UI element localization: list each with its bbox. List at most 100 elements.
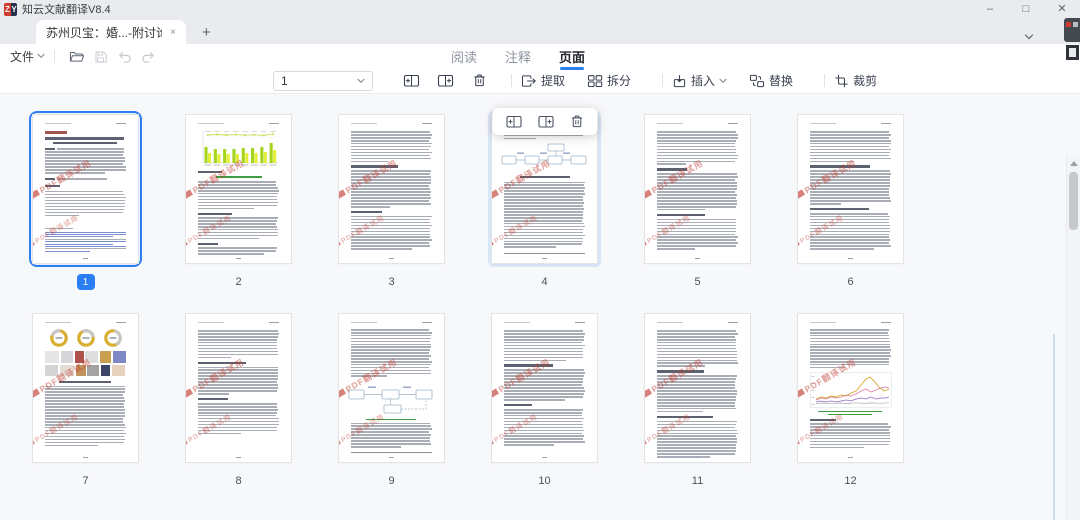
page-preview: PDF翻译试用PDF翻译试用 bbox=[798, 115, 903, 263]
redo-button[interactable] bbox=[136, 50, 160, 63]
panel-edge-line bbox=[1053, 334, 1055, 520]
page-thumbnail-5[interactable]: PDF翻译试用PDF翻译试用 5 bbox=[621, 111, 774, 290]
page-hover-toolbar bbox=[492, 108, 597, 135]
delete-page-icon bbox=[569, 114, 584, 129]
floating-widget-bottom[interactable] bbox=[1066, 45, 1079, 60]
page-thumbnail-10[interactable]: PDF翻译试用PDF翻译试用 10 bbox=[468, 310, 621, 489]
insert-page-after-button[interactable] bbox=[537, 114, 554, 129]
replace-button[interactable]: 替换 bbox=[749, 72, 793, 89]
page-thumbnail-7[interactable]: PDF翻译试用PDF翻译试用 7 bbox=[9, 310, 162, 489]
page-preview: PDF翻译试用PDF翻译试用 bbox=[186, 314, 291, 462]
save-button[interactable] bbox=[88, 50, 112, 63]
delete-page-icon bbox=[472, 73, 487, 88]
page-thumbnail-9[interactable]: PDF翻译试用PDF翻译试用 9 bbox=[315, 310, 468, 489]
extract-button[interactable]: 提取 bbox=[521, 72, 565, 89]
page-thumbnail-6[interactable]: PDF翻译试用PDF翻译试用 6 bbox=[774, 111, 927, 290]
app-title: 知云文献翻译V8.4 bbox=[22, 1, 111, 17]
chevron-down-icon bbox=[357, 78, 365, 84]
insert-page-before-button[interactable] bbox=[505, 114, 522, 129]
crop-button[interactable]: 裁剪 bbox=[834, 72, 877, 89]
page-preview: PDF翻译试用PDF翻译试用 bbox=[33, 314, 138, 462]
undo-icon bbox=[117, 50, 132, 63]
page-number-label: 5 bbox=[689, 274, 707, 290]
insert-page-before-button[interactable] bbox=[403, 73, 420, 88]
redo-icon bbox=[141, 50, 156, 63]
scrollbar-thumb[interactable] bbox=[1069, 172, 1078, 230]
main-toolbar: 文件 阅读 注释 页面 bbox=[0, 44, 1080, 68]
document-tab-title: 苏州贝宝：婚...-附讨论题目 bbox=[46, 24, 162, 41]
insert-page-after-icon bbox=[437, 73, 454, 88]
minimize-button[interactable]: – bbox=[972, 0, 1008, 18]
tab-close-icon[interactable]: × bbox=[170, 27, 176, 38]
page-number-label: 9 bbox=[383, 473, 401, 489]
crop-icon bbox=[834, 74, 849, 88]
page-thumbnail-3[interactable]: PDF翻译试用PDF翻译试用 3 bbox=[315, 111, 468, 290]
page-tools-toolbar: 1 提取 拆分 插入 替换 裁剪 bbox=[0, 68, 1080, 94]
content-scrollbar[interactable] bbox=[1066, 156, 1080, 520]
insert-menu-button[interactable]: 插入 bbox=[672, 72, 727, 89]
page-number-label: 8 bbox=[230, 473, 248, 489]
tab-list-chevron-icon[interactable] bbox=[1024, 33, 1034, 41]
folder-open-icon bbox=[69, 50, 84, 63]
page-number-label: 2 bbox=[230, 274, 248, 290]
chevron-down-icon bbox=[37, 53, 45, 59]
page-number-label: 11 bbox=[689, 473, 707, 489]
page-selector-dropdown[interactable]: 1 bbox=[273, 71, 373, 91]
tab-annotate[interactable]: 注释 bbox=[505, 47, 531, 66]
page-preview: PDF翻译试用PDF翻译试用 bbox=[33, 115, 138, 263]
split-icon bbox=[587, 74, 603, 88]
page-thumbnail-4[interactable]: PDF翻译试用PDF翻译试用 4 bbox=[468, 111, 621, 290]
undo-button[interactable] bbox=[112, 50, 136, 63]
page-preview: PDF翻译试用PDF翻译试用 bbox=[339, 314, 444, 462]
page-number-label: 3 bbox=[383, 274, 401, 290]
window-titlebar: ZY 知云文献翻译V8.4 – □ ✕ bbox=[0, 0, 1080, 18]
extract-icon bbox=[521, 74, 537, 88]
chevron-down-icon bbox=[719, 78, 727, 84]
page-thumbnail-2[interactable]: PDF翻译试用PDF翻译试用 2 bbox=[162, 111, 315, 290]
split-button[interactable]: 拆分 bbox=[587, 72, 631, 89]
page-preview: PDF翻译试用PDF翻译试用 bbox=[798, 314, 903, 462]
maximize-button[interactable]: □ bbox=[1008, 0, 1044, 18]
insert-icon bbox=[672, 74, 687, 88]
new-tab-button[interactable]: + bbox=[202, 20, 211, 44]
toolbar-separator bbox=[511, 74, 512, 87]
file-menu-button[interactable]: 文件 bbox=[10, 48, 45, 65]
document-tab[interactable]: 苏州贝宝：婚...-附讨论题目 × bbox=[36, 20, 186, 44]
scroll-up-icon[interactable] bbox=[1070, 161, 1078, 166]
page-preview: PDF翻译试用PDF翻译试用 bbox=[339, 115, 444, 263]
tab-read[interactable]: 阅读 bbox=[451, 47, 477, 66]
save-icon bbox=[94, 50, 107, 63]
toolbar-separator bbox=[54, 50, 55, 63]
page-preview: PDF翻译试用PDF翻译试用 bbox=[492, 115, 597, 263]
floating-widget-top[interactable] bbox=[1064, 18, 1080, 42]
open-file-button[interactable] bbox=[64, 50, 88, 63]
page-number-label: 10 bbox=[536, 473, 554, 489]
app-logo-icon: ZY bbox=[4, 3, 17, 16]
close-button[interactable]: ✕ bbox=[1044, 0, 1080, 18]
page-preview: PDF翻译试用PDF翻译试用 bbox=[645, 115, 750, 263]
insert-page-after-button[interactable] bbox=[437, 73, 454, 88]
toolbar-separator bbox=[824, 74, 825, 87]
page-number-label: 1 bbox=[77, 274, 95, 290]
delete-page-button[interactable] bbox=[471, 73, 488, 88]
thumbnail-panel: PDF翻译试用PDF翻译试用1PDF翻译试用PDF翻译试用2PDF翻译试用PDF… bbox=[0, 94, 1080, 520]
page-thumbnail-8[interactable]: PDF翻译试用PDF翻译试用 8 bbox=[162, 310, 315, 489]
insert-page-before-icon bbox=[505, 114, 522, 129]
document-tabbar: 苏州贝宝：婚...-附讨论题目 × + bbox=[0, 18, 1080, 44]
toolbar-separator bbox=[662, 74, 663, 87]
tab-pages[interactable]: 页面 bbox=[559, 47, 585, 66]
page-thumbnail-11[interactable]: PDF翻译试用PDF翻译试用 11 bbox=[621, 310, 774, 489]
page-preview: PDF翻译试用PDF翻译试用 bbox=[492, 314, 597, 462]
page-number-label: 7 bbox=[77, 473, 95, 489]
page-number-label: 12 bbox=[842, 473, 860, 489]
page-thumbnail-1[interactable]: PDF翻译试用PDF翻译试用 1 bbox=[9, 111, 162, 290]
thumbnail-grid: PDF翻译试用PDF翻译试用1PDF翻译试用PDF翻译试用2PDF翻译试用PDF… bbox=[0, 94, 1080, 489]
delete-page-button[interactable] bbox=[569, 114, 584, 129]
replace-icon bbox=[749, 74, 765, 88]
page-thumbnail-12[interactable]: PDF翻译试用PDF翻译试用 12 bbox=[774, 310, 927, 489]
page-preview: PDF翻译试用PDF翻译试用 bbox=[186, 115, 291, 263]
page-number-label: 6 bbox=[842, 274, 860, 290]
page-preview: PDF翻译试用PDF翻译试用 bbox=[645, 314, 750, 462]
insert-page-after-icon bbox=[537, 114, 554, 129]
insert-page-before-icon bbox=[403, 73, 420, 88]
